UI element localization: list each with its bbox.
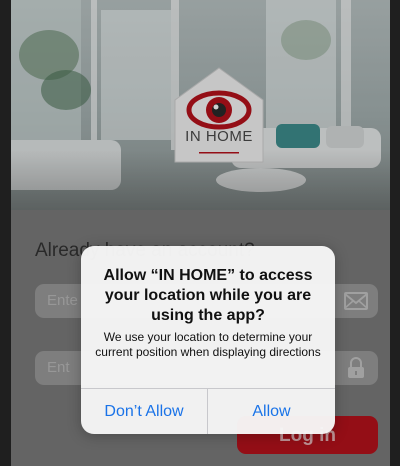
dont-allow-button[interactable]: Don’t Allow bbox=[81, 389, 207, 434]
alert-message: We use your location to determine your c… bbox=[95, 330, 321, 359]
app-screen: IN HOME Already have an account? Ente En… bbox=[11, 0, 390, 466]
alert-title: Allow “IN HOME” to access your location … bbox=[103, 267, 313, 324]
location-permission-alert: Allow “IN HOME” to access your location … bbox=[81, 246, 335, 434]
allow-button[interactable]: Allow bbox=[208, 389, 335, 434]
